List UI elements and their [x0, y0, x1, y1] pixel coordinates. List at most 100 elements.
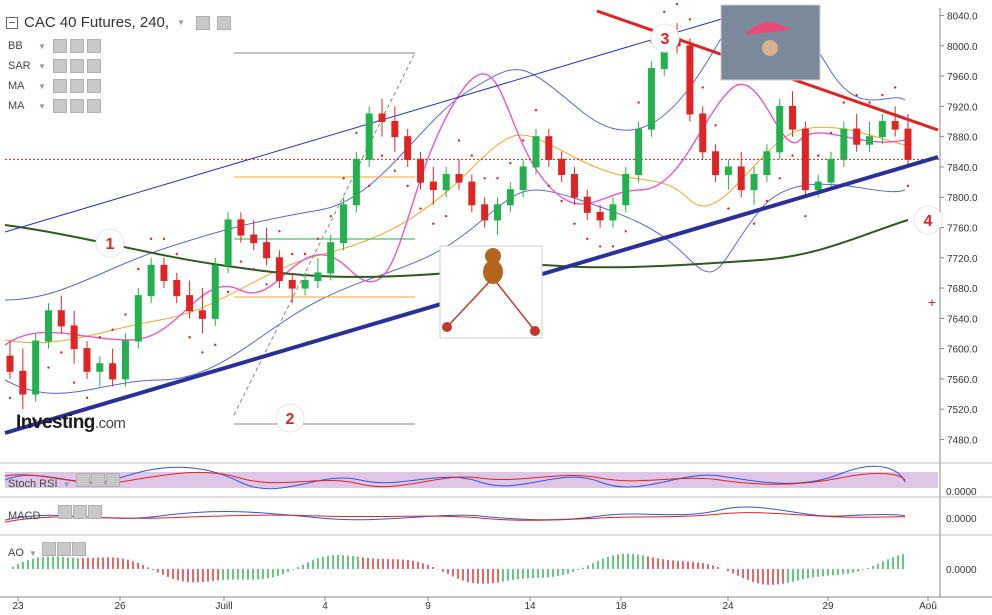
price-tick-label: 7600.0 — [947, 345, 978, 356]
price-tick-label: 7680.0 — [947, 284, 978, 295]
pane-label: Stoch RSI — [8, 478, 58, 490]
candle-body — [622, 174, 630, 206]
candle-body — [776, 105, 784, 153]
eye-icon[interactable] — [52, 39, 67, 53]
price-tick-label: 7720.0 — [947, 254, 978, 265]
candle-body — [442, 174, 450, 191]
candle-body — [583, 196, 591, 213]
sar-dot — [175, 252, 178, 256]
candle-body — [147, 264, 155, 297]
sar-dot — [85, 396, 89, 400]
eye-icon — [41, 542, 56, 556]
candle-body — [853, 128, 861, 145]
candle-body — [737, 166, 745, 191]
candle-body — [699, 113, 707, 153]
sar-dot — [521, 139, 525, 142]
candle-body — [647, 68, 655, 130]
candle-body — [763, 151, 771, 176]
chart-title: CAC 40 Futures, 240, — [24, 14, 170, 31]
chevron-down-icon[interactable]: ▼ — [177, 18, 185, 27]
close-icon[interactable] — [86, 99, 101, 113]
stoch-rsi-label[interactable]: Stoch RSI ▼ — [8, 473, 120, 490]
sar-dot — [573, 222, 576, 225]
gear-icon[interactable] — [69, 99, 84, 113]
sar-dot — [406, 184, 409, 188]
close-icon — [88, 505, 103, 519]
sar-dot — [8, 396, 12, 400]
price-tick-label: 7960.0 — [947, 72, 978, 83]
gear-icon[interactable] — [69, 59, 84, 73]
eye-icon[interactable] — [52, 79, 67, 93]
sar-dot — [72, 381, 76, 384]
gear-icon[interactable] — [217, 15, 231, 30]
sar-dot — [162, 237, 166, 241]
candle-body — [250, 234, 258, 244]
sar-dot — [560, 199, 563, 203]
indicator-label: SAR — [8, 60, 31, 72]
candle-body — [801, 128, 809, 191]
sar-dot — [303, 252, 307, 256]
sar-dot — [701, 86, 704, 89]
candle-body — [789, 105, 797, 130]
sar-dot — [368, 184, 371, 188]
price-tick-label: 7760.0 — [947, 224, 978, 235]
sar-dot — [534, 108, 538, 112]
sar-dot — [444, 214, 448, 218]
teddy-head — [485, 248, 501, 264]
candle-body — [57, 310, 65, 327]
candle-body — [109, 363, 117, 380]
price-tick-label: 7840.0 — [947, 163, 978, 174]
chart-canvas[interactable]: 8040.0 8000.0 7960.0 7920.0 7880.0 7840.0 7800… — [0, 0, 992, 615]
candle-body — [493, 204, 501, 221]
ao-label[interactable]: AO ▼ — [8, 542, 86, 559]
indicator-row[interactable]: MA ▼ — [8, 99, 101, 113]
candle-body — [224, 219, 232, 266]
sar-dot — [893, 86, 897, 89]
sar-dot — [496, 177, 499, 180]
chevron-down-icon[interactable]: ▼ — [38, 82, 46, 91]
candle-body — [481, 204, 489, 221]
close-icon[interactable] — [86, 39, 101, 53]
candle-body — [263, 242, 271, 259]
collapse-icon[interactable] — [6, 16, 18, 29]
ao-value: 0.0000 — [946, 565, 977, 576]
candle-body — [724, 166, 732, 176]
candle-body — [340, 204, 348, 244]
close-icon[interactable] — [86, 79, 101, 93]
indicator-row[interactable]: BB ▼ — [8, 39, 101, 53]
sar-dot — [380, 154, 384, 157]
chevron-down-icon[interactable]: ▼ — [38, 102, 46, 111]
gear-icon[interactable] — [69, 39, 84, 53]
indicator-row[interactable]: MA ▼ — [8, 79, 101, 93]
macd-label[interactable]: MACD ▼ — [8, 505, 103, 522]
gear-icon[interactable] — [69, 79, 84, 93]
sar-dot — [611, 245, 615, 248]
time-tick-label: 24 — [722, 601, 734, 612]
candle-body — [609, 204, 617, 221]
sar-dot — [547, 184, 550, 188]
indicator-row[interactable]: SAR ▼ — [8, 59, 101, 73]
indicator-label: MA — [8, 100, 25, 112]
close-icon[interactable] — [86, 59, 101, 73]
eye-icon[interactable] — [196, 15, 210, 30]
eye-icon[interactable] — [52, 99, 67, 113]
time-tick-label: 4 — [322, 601, 328, 612]
candle-body — [301, 279, 309, 289]
eye-icon[interactable] — [52, 59, 67, 73]
candle-body — [121, 340, 129, 380]
candle-body — [712, 151, 720, 176]
sar-dot — [637, 101, 640, 104]
sar-dot — [842, 101, 846, 104]
gear-icon — [90, 473, 105, 487]
close-icon — [71, 542, 86, 556]
chevron-down-icon[interactable]: ▼ — [38, 42, 46, 51]
annotation-number: 4 — [924, 213, 933, 230]
candle-body — [19, 370, 27, 395]
chevron-down-icon[interactable]: ▼ — [38, 62, 46, 71]
sar-dot — [329, 214, 332, 218]
macd-value: 0.0000 — [946, 514, 977, 525]
candle-body — [506, 189, 514, 206]
time-tick-label: 29 — [822, 601, 834, 612]
pane-label: AO — [8, 547, 24, 559]
gear-icon — [56, 542, 71, 556]
